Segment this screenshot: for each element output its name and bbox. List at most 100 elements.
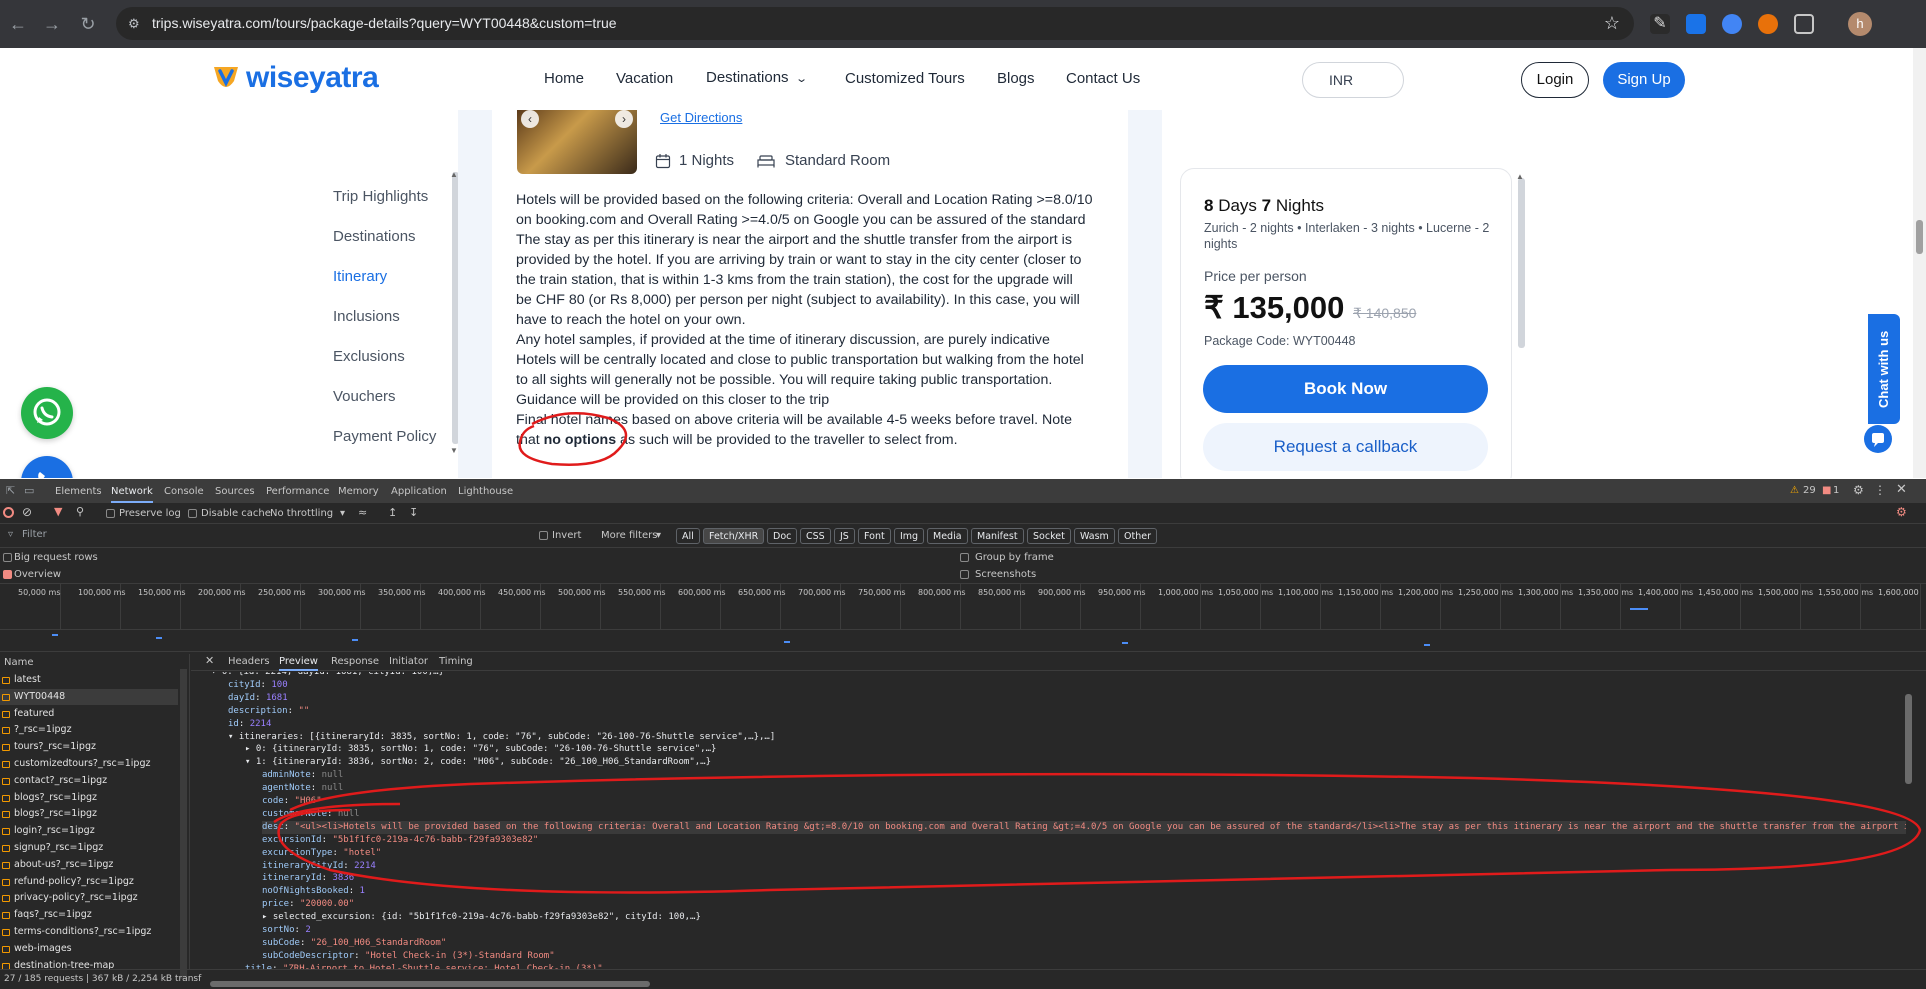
filter-chip-img[interactable]: Img (894, 528, 925, 544)
tab-sources[interactable]: Sources (215, 486, 255, 497)
json-line[interactable]: cityId: 100 (228, 679, 288, 692)
json-line[interactable]: itineraryCityId: 2214 (262, 860, 376, 873)
sidenav-itinerary[interactable]: Itinerary (333, 268, 387, 285)
json-line[interactable]: ▾ 1: {itineraryId: 3836, sortNo: 2, code… (245, 756, 711, 769)
tab-initiator[interactable]: Initiator (389, 656, 428, 667)
filter-chip-wasm[interactable]: Wasm (1074, 528, 1115, 544)
close-icon[interactable]: ✕ (1896, 482, 1907, 497)
tab-preview[interactable]: Preview (279, 656, 318, 671)
scroll-up-icon[interactable]: ▲ (450, 170, 458, 179)
nav-home[interactable]: Home (544, 70, 584, 87)
page-scrollbar[interactable] (1913, 48, 1926, 478)
record-icon[interactable] (3, 507, 14, 518)
filter-chip-fetch-xhr[interactable]: Fetch/XHR (703, 528, 765, 544)
request-row[interactable]: about-us?_rsc=1ipgz (0, 857, 178, 873)
sidenav-inclusions[interactable]: Inclusions (333, 308, 400, 325)
tab-headers[interactable]: Headers (228, 656, 270, 667)
error-icon[interactable]: ■ (1822, 485, 1831, 496)
json-line[interactable]: ▸ 0: {itineraryId: 3835, sortNo: 1, code… (245, 743, 716, 756)
json-line[interactable]: noOfNightsBooked: 1 (262, 885, 365, 898)
booking-scrollbar[interactable] (1518, 178, 1525, 348)
network-conditions-icon[interactable]: ≈ (358, 506, 367, 519)
tab-performance[interactable]: Performance (266, 486, 329, 497)
export-har-icon[interactable]: ↧ (409, 506, 418, 519)
profile-avatar[interactable]: h (1848, 12, 1872, 36)
request-row[interactable]: tours?_rsc=1ipgz (0, 739, 178, 755)
request-row[interactable]: terms-conditions?_rsc=1ipgz (0, 924, 178, 940)
json-line[interactable]: sortNo: 2 (262, 924, 311, 937)
phone-icon[interactable] (21, 456, 73, 478)
warning-icon[interactable]: ⚠ (1790, 485, 1799, 496)
request-row[interactable]: ?_rsc=1ipgz (0, 722, 178, 738)
request-row[interactable]: refund-policy?_rsc=1ipgz (0, 874, 178, 890)
json-line[interactable]: subCodeDescriptor: "Hotel Check-in (3*)-… (262, 950, 555, 963)
hotel-image-carousel[interactable]: ‹ › (517, 110, 637, 174)
request-row[interactable]: blogs?_rsc=1ipgz (0, 790, 178, 806)
json-line[interactable]: adminNote: null (262, 769, 343, 782)
more-options-icon[interactable]: ⋮ (1874, 483, 1886, 497)
tab-network[interactable]: Network (111, 486, 153, 503)
sidenav-trip-highlights[interactable]: Trip Highlights (333, 188, 428, 205)
request-row[interactable]: login?_rsc=1ipgz (0, 823, 178, 839)
scroll-down-icon[interactable]: ▼ (450, 446, 458, 455)
currency-selector[interactable]: INR (1302, 62, 1404, 98)
request-row[interactable]: blogs?_rsc=1ipgz (0, 806, 178, 822)
nav-destinations[interactable]: Destinations ⌄ (706, 69, 808, 86)
json-line[interactable]: price: "20000.00" (262, 898, 354, 911)
json-line[interactable]: subCode: "26_100_H06_StandardRoom" (262, 937, 446, 950)
carousel-next-icon[interactable]: › (615, 110, 633, 128)
close-detail-icon[interactable]: ✕ (205, 654, 214, 667)
sidenav-destinations[interactable]: Destinations (333, 228, 416, 245)
back-icon[interactable]: ← (6, 12, 30, 36)
extension-icon-globe[interactable] (1722, 14, 1742, 34)
more-filters-dropdown[interactable]: More filters (601, 530, 657, 541)
json-line[interactable]: customerNote: null (262, 808, 360, 821)
request-row[interactable]: privacy-policy?_rsc=1ipgz (0, 890, 178, 906)
preview-scroll-thumb[interactable] (1905, 694, 1912, 784)
whatsapp-icon[interactable] (21, 387, 73, 439)
tab-elements[interactable]: Elements (55, 486, 102, 497)
disable-cache-checkbox[interactable] (188, 509, 197, 518)
tab-application[interactable]: Application (391, 486, 447, 497)
import-har-icon[interactable]: ↥ (388, 506, 397, 519)
filter-chip-doc[interactable]: Doc (767, 528, 798, 544)
pen-extension-icon[interactable]: ✎ (1650, 14, 1670, 34)
error-count[interactable]: 1 (1833, 485, 1839, 496)
bookmark-star-icon[interactable]: ☆ (1604, 7, 1620, 40)
throttling-select[interactable]: No throttling (270, 508, 333, 519)
chat-bubble-icon[interactable] (1864, 425, 1892, 453)
request-list-scrollbar[interactable] (180, 669, 187, 979)
tab-response[interactable]: Response (331, 656, 379, 667)
json-line[interactable]: id: 2214 (228, 718, 271, 731)
request-row[interactable]: featured (0, 706, 178, 722)
filter-icon[interactable]: ▼ (54, 505, 62, 518)
forward-icon[interactable]: → (40, 12, 64, 36)
warning-count[interactable]: 29 (1803, 485, 1816, 496)
inspect-icon[interactable]: ⇱ (6, 484, 15, 497)
preserve-log-checkbox[interactable] (106, 509, 115, 518)
nav-vacation[interactable]: Vacation (616, 70, 673, 87)
json-line[interactable]: ▸ selected_excursion: {id: "5b1f1fc0-219… (262, 911, 701, 924)
json-line[interactable]: ▾ itineraries: [{itineraryId: 3835, sort… (228, 731, 775, 744)
extensions-puzzle-icon[interactable] (1794, 14, 1814, 34)
filter-chip-other[interactable]: Other (1118, 528, 1157, 544)
json-line[interactable]: dayId: 1681 (228, 692, 288, 705)
device-toggle-icon[interactable]: ▭ (24, 484, 34, 497)
request-row[interactable]: faqs?_rsc=1ipgz (0, 907, 178, 923)
request-row[interactable]: WYT00448 (0, 688, 178, 705)
nav-contact-us[interactable]: Contact Us (1066, 70, 1140, 87)
overview-checkbox[interactable] (3, 570, 12, 579)
filter-chip-socket[interactable]: Socket (1027, 528, 1071, 544)
clear-icon[interactable]: ⊘ (22, 505, 32, 519)
json-line[interactable]: excursionId: "5b1f1fc0-219a-4c76-babb-f2… (262, 834, 538, 847)
tab-timing[interactable]: Timing (439, 656, 473, 667)
page-scroll-thumb[interactable] (1916, 220, 1923, 254)
sidenav-exclusions[interactable]: Exclusions (333, 348, 405, 365)
network-settings-icon[interactable]: ⚙ (1896, 505, 1907, 519)
tab-lighthouse[interactable]: Lighthouse (458, 486, 513, 497)
request-row[interactable]: latest (0, 672, 178, 688)
filter-chip-all[interactable]: All (676, 528, 700, 544)
request-row[interactable]: contact?_rsc=1ipgz (0, 773, 178, 789)
request-callback-button[interactable]: Request a callback (1203, 423, 1488, 471)
invert-checkbox[interactable] (539, 531, 548, 540)
